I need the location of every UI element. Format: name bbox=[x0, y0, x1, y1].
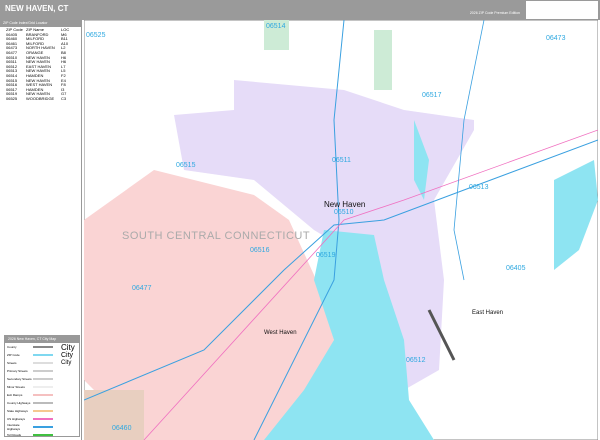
zip-label: 06511 bbox=[332, 157, 351, 164]
zip-label: 06514 bbox=[266, 23, 286, 30]
zip-label: 06512 bbox=[406, 357, 426, 364]
zip-label: 06513 bbox=[469, 184, 489, 191]
legend-city-size: City bbox=[61, 351, 74, 359]
cell: C3 bbox=[61, 95, 67, 101]
region-label: SOUTH CENTRAL CONNECTICUT bbox=[122, 230, 310, 242]
cell: WOODBRIDGE bbox=[26, 95, 55, 101]
zip-label: 06510 bbox=[334, 209, 354, 216]
zip-label: 06405 bbox=[506, 265, 526, 272]
legend-item: Primary Streets bbox=[5, 367, 79, 375]
zip-index-table: ZIP Code ZIP Name LOC 06405 BRANFORD M6 06460 M… bbox=[0, 27, 81, 103]
zip-label: 06517 bbox=[422, 92, 442, 99]
legend-label: County Highways bbox=[7, 401, 31, 405]
legend-label: Secondary Streets bbox=[7, 377, 32, 381]
market-maps-logo bbox=[526, 1, 598, 19]
legend-item: County Highways bbox=[5, 399, 79, 407]
legend-item: State Highways bbox=[5, 407, 79, 415]
legend-swatch bbox=[33, 346, 53, 348]
city-label: West Haven bbox=[264, 330, 297, 336]
legend-swatch bbox=[33, 362, 53, 364]
legend-item: Secondary Streets bbox=[5, 375, 79, 383]
legend-city-size: City bbox=[61, 342, 75, 352]
header: NEW HAVEN, CT 2026 ZIP Code Premium Edit… bbox=[0, 0, 600, 20]
zip-label: 06516 bbox=[250, 247, 270, 254]
legend-label: Interstate Highways bbox=[7, 423, 21, 431]
legend-swatch bbox=[33, 410, 53, 412]
legend-swatch bbox=[33, 354, 53, 356]
legend-label: US Highways bbox=[7, 417, 26, 421]
zip-label: 06477 bbox=[132, 285, 152, 292]
cell: 06525 bbox=[6, 95, 18, 101]
legend-item: US Highways bbox=[5, 415, 79, 423]
legend-label: Toll Roads bbox=[7, 433, 22, 437]
legend-item: County City bbox=[5, 342, 79, 352]
legend-item: Interstate Highways bbox=[5, 423, 79, 431]
zip-label: 06525 bbox=[86, 32, 106, 39]
legend-item: Exit Ramps bbox=[5, 391, 79, 399]
map-canvas[interactable]: SOUTH CENTRAL CONNECTICUT 06525 06514 0647… bbox=[84, 20, 598, 440]
legend-label: State Highways bbox=[7, 409, 28, 413]
legend-label: Primary Streets bbox=[7, 369, 28, 373]
legend-swatch bbox=[33, 418, 53, 420]
legend-label: Exit Ramps bbox=[7, 393, 23, 397]
legend-swatch bbox=[33, 434, 53, 436]
legend-label: ZIP Code bbox=[7, 353, 20, 357]
legend-label: Minor Streets bbox=[7, 385, 25, 389]
map-title: NEW HAVEN, CT bbox=[5, 4, 69, 13]
legend-swatch bbox=[33, 378, 53, 380]
legend-item: ZIP Code City bbox=[5, 351, 79, 359]
zip-label: 06515 bbox=[176, 162, 196, 169]
map-legend: 2026 New Haven, CT City Map County City ZI… bbox=[4, 335, 80, 437]
legend-swatch bbox=[33, 394, 53, 396]
index-title: ZIP Code Index/Grid Locator bbox=[0, 20, 81, 27]
legend-swatch bbox=[33, 386, 53, 388]
city-label: New Haven bbox=[324, 200, 365, 209]
legend-label: Streets bbox=[7, 361, 17, 365]
legend-swatch bbox=[33, 370, 53, 372]
legend-item: Streets City bbox=[5, 359, 79, 367]
zip-label: 06460 bbox=[112, 425, 132, 432]
legend-city-size: City bbox=[61, 360, 72, 366]
legend-item: Toll Roads bbox=[5, 431, 79, 439]
zip-index-row: 06525 WOODBRIDGE C3 bbox=[6, 95, 75, 102]
zip-label: 06519 bbox=[316, 252, 336, 259]
legend-swatch bbox=[33, 426, 53, 428]
zip-label: 06473 bbox=[546, 35, 566, 42]
city-label: East Haven bbox=[472, 310, 503, 316]
edition-label: 2026 ZIP Code Premium Edition bbox=[469, 11, 520, 15]
legend-item: Minor Streets bbox=[5, 383, 79, 391]
legend-swatch bbox=[33, 402, 53, 404]
legend-label: County bbox=[7, 345, 17, 349]
